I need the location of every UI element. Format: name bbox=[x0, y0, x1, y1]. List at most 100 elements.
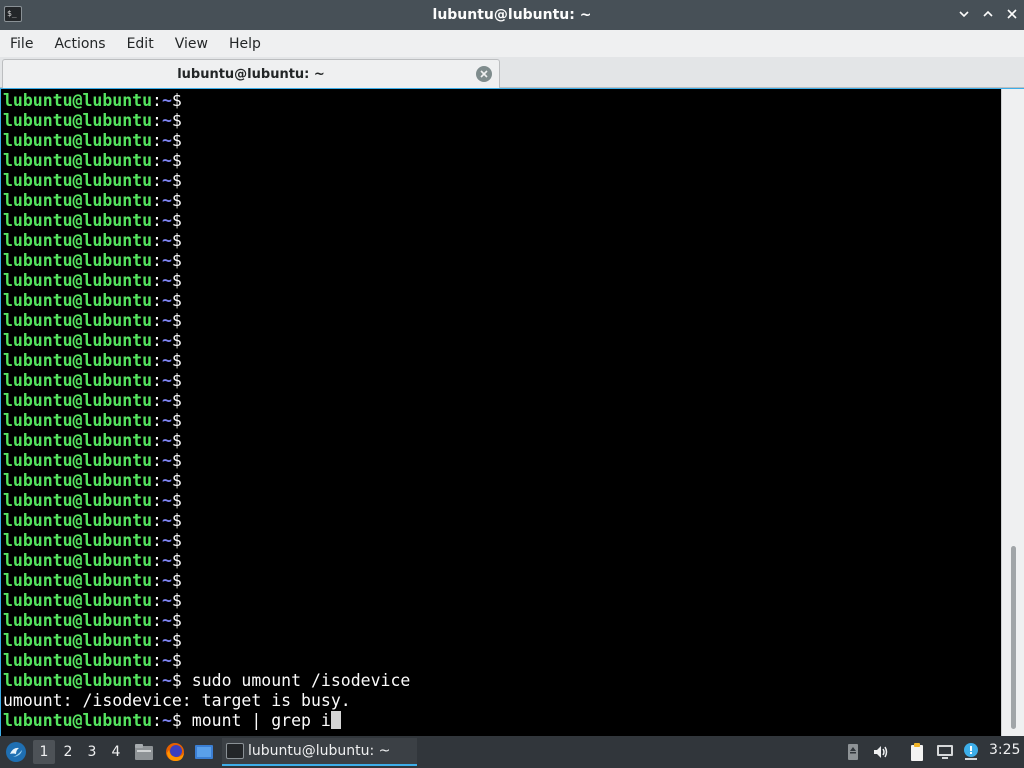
close-icon[interactable] bbox=[1006, 7, 1018, 21]
prompt-colon: : bbox=[152, 411, 162, 430]
prompt-dollar: $ bbox=[171, 471, 182, 490]
file-manager-icon[interactable] bbox=[133, 741, 155, 763]
prompt-colon: : bbox=[152, 331, 162, 350]
prompt-path: ~ bbox=[161, 391, 172, 410]
task-label: lubuntu@lubuntu: ~ bbox=[248, 743, 391, 759]
prompt-dollar: $ bbox=[171, 311, 182, 330]
terminal-prompt-line: lubuntu@lubuntu:~$ bbox=[3, 271, 1001, 291]
prompt-dollar: $ bbox=[171, 191, 182, 210]
prompt-path: ~ bbox=[161, 351, 172, 370]
desktop-2[interactable]: 2 bbox=[57, 740, 79, 764]
terminal-app-icon[interactable]: $_ bbox=[4, 6, 22, 22]
terminal-prompt-line: lubuntu@lubuntu:~$ bbox=[3, 531, 1001, 551]
prompt-colon: : bbox=[152, 571, 162, 590]
removable-media-icon[interactable] bbox=[843, 742, 863, 762]
terminal-area[interactable]: lubuntu@lubuntu:~$ lubuntu@lubuntu:~$ lubu… bbox=[0, 88, 1024, 737]
prompt-user: lubuntu@lubuntu bbox=[3, 671, 153, 690]
desktop-4[interactable]: 4 bbox=[105, 740, 127, 764]
command-text: mount | grep i bbox=[191, 711, 331, 730]
prompt-user: lubuntu@lubuntu bbox=[3, 351, 153, 370]
prompt-dollar: $ bbox=[171, 151, 182, 170]
prompt-user: lubuntu@lubuntu bbox=[3, 651, 153, 670]
prompt-user: lubuntu@lubuntu bbox=[3, 491, 153, 510]
menu-file[interactable]: File bbox=[2, 36, 41, 52]
show-desktop-icon[interactable] bbox=[193, 741, 215, 763]
prompt-user: lubuntu@lubuntu bbox=[3, 631, 153, 650]
prompt-colon: : bbox=[152, 251, 162, 270]
terminal-scrollbar[interactable] bbox=[1001, 89, 1024, 737]
prompt-user: lubuntu@lubuntu bbox=[3, 531, 153, 550]
prompt-colon: : bbox=[152, 291, 162, 310]
prompt-user: lubuntu@lubuntu bbox=[3, 111, 153, 130]
prompt-user: lubuntu@lubuntu bbox=[3, 331, 153, 350]
minimize-icon[interactable] bbox=[958, 7, 970, 21]
volume-icon[interactable] bbox=[871, 742, 891, 762]
window-titlebar[interactable]: $_ lubuntu@lubuntu: ~ bbox=[0, 0, 1024, 30]
terminal-prompt-line: lubuntu@lubuntu:~$ bbox=[3, 471, 1001, 491]
prompt-colon: : bbox=[152, 671, 162, 690]
menu-actions[interactable]: Actions bbox=[46, 36, 113, 52]
prompt-dollar: $ bbox=[171, 171, 182, 190]
prompt-dollar: $ bbox=[171, 551, 182, 570]
prompt-path: ~ bbox=[161, 451, 172, 470]
prompt-user: lubuntu@lubuntu bbox=[3, 471, 153, 490]
prompt-dollar: $ bbox=[171, 531, 182, 550]
prompt-dollar: $ bbox=[171, 411, 182, 430]
prompt-path: ~ bbox=[161, 571, 172, 590]
network-icon[interactable] bbox=[935, 742, 955, 762]
prompt-dollar: $ bbox=[171, 671, 182, 690]
prompt-colon: : bbox=[152, 651, 162, 670]
tab-close-icon[interactable] bbox=[476, 66, 492, 82]
terminal-prompt-line: lubuntu@lubuntu:~$ sudo umount /isodevic… bbox=[3, 671, 1001, 691]
prompt-path: ~ bbox=[161, 711, 172, 730]
menubar: File Actions Edit View Help bbox=[0, 30, 1024, 57]
prompt-dollar: $ bbox=[171, 631, 182, 650]
prompt-user: lubuntu@lubuntu bbox=[3, 271, 153, 290]
taskbar-task-terminal[interactable]: lubuntu@lubuntu: ~ bbox=[222, 738, 417, 766]
prompt-path: ~ bbox=[161, 291, 172, 310]
prompt-colon: : bbox=[152, 371, 162, 390]
prompt-path: ~ bbox=[161, 131, 172, 150]
prompt-path: ~ bbox=[161, 531, 172, 550]
prompt-path: ~ bbox=[161, 311, 172, 330]
prompt-colon: : bbox=[152, 711, 162, 730]
prompt-colon: : bbox=[152, 631, 162, 650]
maximize-icon[interactable] bbox=[982, 7, 994, 21]
tab-terminal[interactable]: lubuntu@lubuntu: ~ bbox=[2, 59, 500, 88]
prompt-user: lubuntu@lubuntu bbox=[3, 391, 153, 410]
prompt-dollar: $ bbox=[171, 231, 182, 250]
prompt-dollar: $ bbox=[171, 591, 182, 610]
terminal-prompt-line: lubuntu@lubuntu:~$ bbox=[3, 511, 1001, 531]
firefox-icon[interactable] bbox=[164, 741, 186, 763]
start-menu-icon[interactable] bbox=[4, 740, 28, 764]
terminal-prompt-line: lubuntu@lubuntu:~$ bbox=[3, 451, 1001, 471]
terminal-prompt-line: lubuntu@lubuntu:~$ bbox=[3, 371, 1001, 391]
prompt-dollar: $ bbox=[171, 111, 182, 130]
terminal-prompt-line: lubuntu@lubuntu:~$ bbox=[3, 231, 1001, 251]
clipboard-icon[interactable] bbox=[907, 742, 927, 762]
prompt-user: lubuntu@lubuntu bbox=[3, 411, 153, 430]
terminal-prompt-line: lubuntu@lubuntu:~$ bbox=[3, 491, 1001, 511]
prompt-user: lubuntu@lubuntu bbox=[3, 711, 153, 730]
prompt-colon: : bbox=[152, 351, 162, 370]
prompt-dollar: $ bbox=[171, 431, 182, 450]
prompt-path: ~ bbox=[161, 251, 172, 270]
terminal-icon bbox=[226, 743, 244, 759]
prompt-user: lubuntu@lubuntu bbox=[3, 211, 153, 230]
prompt-path: ~ bbox=[161, 631, 172, 650]
desktop-3[interactable]: 3 bbox=[81, 740, 103, 764]
prompt-path: ~ bbox=[161, 431, 172, 450]
clock[interactable]: 3:25 bbox=[989, 742, 1020, 758]
desktop-1[interactable]: 1 bbox=[33, 740, 55, 764]
menu-view[interactable]: View bbox=[167, 36, 216, 52]
prompt-colon: : bbox=[152, 151, 162, 170]
menu-edit[interactable]: Edit bbox=[119, 36, 162, 52]
prompt-colon: : bbox=[152, 111, 162, 130]
prompt-colon: : bbox=[152, 531, 162, 550]
update-notifier-icon[interactable] bbox=[961, 742, 981, 762]
scrollbar-thumb[interactable] bbox=[1011, 546, 1016, 729]
prompt-user: lubuntu@lubuntu bbox=[3, 231, 153, 250]
prompt-dollar: $ bbox=[171, 371, 182, 390]
terminal-prompt-line: lubuntu@lubuntu:~$ bbox=[3, 571, 1001, 591]
menu-help[interactable]: Help bbox=[221, 36, 269, 52]
